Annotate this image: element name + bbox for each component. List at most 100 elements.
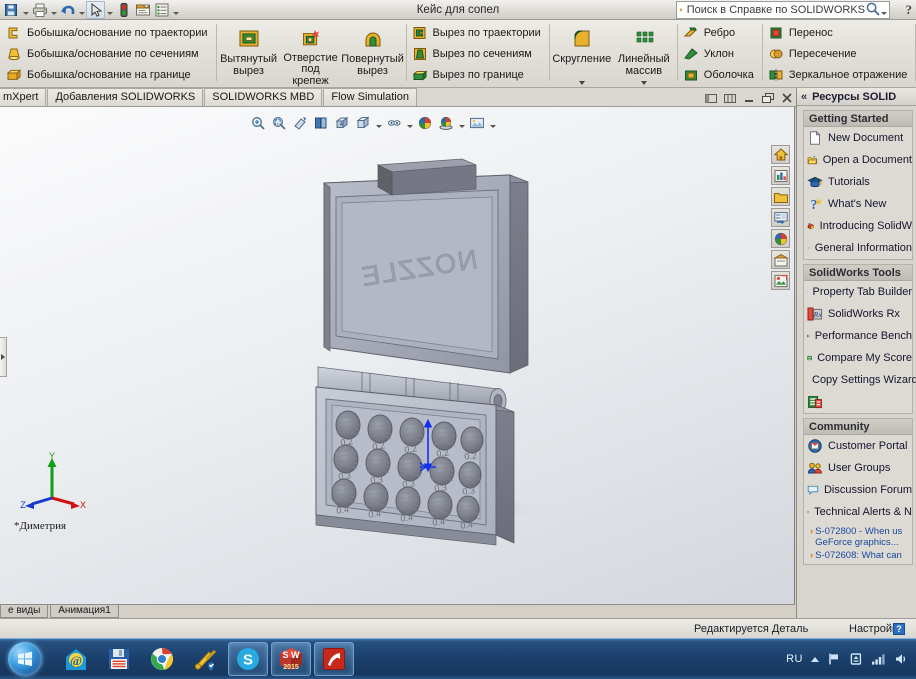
help-button[interactable]: ?: [906, 2, 913, 18]
start-orb[interactable]: [2, 640, 48, 678]
section-view-button[interactable]: [311, 113, 331, 133]
swept-cut-item[interactable]: Вырез по траектории: [411, 23, 544, 44]
action-center-icon[interactable]: [827, 652, 841, 666]
shell-item[interactable]: Оболочка: [682, 65, 757, 86]
help-search-dropdown-arrow[interactable]: [881, 1, 887, 19]
tab-animation1[interactable]: Анимация1: [50, 605, 119, 618]
item-copy-settings-wizard[interactable]: Copy Settings Wizard: [804, 369, 916, 391]
tab-flow-simulation[interactable]: Flow Simulation: [323, 88, 417, 106]
loft-boss-item[interactable]: Бобышка/основание по сечениям: [5, 44, 211, 65]
task-pane-header[interactable]: « Ресурсы SOLID: [797, 88, 916, 106]
fillet-button[interactable]: Скругление: [551, 21, 613, 87]
split-horizontal-button[interactable]: [701, 89, 720, 106]
intersect-item[interactable]: Пересечение: [767, 44, 911, 65]
taskbar-pdf-app[interactable]: [314, 642, 354, 676]
status-help-badge[interactable]: ?: [893, 622, 905, 635]
help-search-box[interactable]: ? Поиск в Справке по SOLIDWORKS: [676, 1, 890, 19]
item-general-information[interactable]: General Information: [804, 237, 912, 259]
select-dropdown-arrow[interactable]: [105, 1, 114, 19]
close-button[interactable]: [777, 89, 796, 106]
sweep-boss-item[interactable]: Бобышка/основание по траектории: [5, 23, 211, 44]
item-settings-admin[interactable]: [804, 391, 912, 413]
view-settings-dropdown-arrow[interactable]: [488, 113, 497, 133]
apply-scene-dropdown-arrow[interactable]: [457, 113, 466, 133]
taskbar-chrome[interactable]: [142, 642, 182, 676]
appearances-button[interactable]: [771, 229, 790, 248]
restore-button[interactable]: [758, 89, 777, 106]
taskbar-skype[interactable]: S: [228, 642, 268, 676]
undo-button[interactable]: [58, 1, 77, 19]
tab-dimxpert[interactable]: mXpert: [0, 88, 47, 106]
graphics-area[interactable]: A NOZZLE 0.2 0.2 0.2 0.2 0.2 0.3 0.3 0.3…: [0, 107, 795, 604]
item-whats-new[interactable]: ? What's New: [804, 193, 912, 215]
item-compare-my-score[interactable]: Compare My Score: [804, 347, 912, 369]
rib-item[interactable]: Ребро: [682, 23, 757, 44]
tab-solidworks-mbd[interactable]: SOLIDWORKS MBD: [204, 88, 323, 106]
taskbar-mailru[interactable]: @: [56, 642, 96, 676]
item-introducing-solidworks[interactable]: Introducing SolidW: [804, 215, 912, 237]
removable-media-icon[interactable]: [849, 652, 863, 666]
search-icon[interactable]: [865, 1, 881, 20]
folder-button[interactable]: [771, 187, 790, 206]
nozzle-case-3d-model[interactable]: NOZZLE 0.2 0.2 0.2 0.2 0.2 0.3 0.3 0.3 0…: [300, 137, 580, 557]
draft-item[interactable]: Уклон: [682, 44, 757, 65]
taskbar-solidworks[interactable]: S W 2015: [271, 642, 311, 676]
boundary-boss-item[interactable]: Бобышка/основание на границе: [5, 65, 211, 86]
scenes-button[interactable]: [771, 250, 790, 269]
volume-icon[interactable]: [894, 652, 908, 666]
file-properties-button[interactable]: [133, 1, 152, 19]
extruded-cut-button[interactable]: Вытянутый вырез: [218, 21, 280, 87]
linear-pattern-button[interactable]: Линейный массив: [613, 21, 675, 87]
lofted-cut-item[interactable]: Вырез по сечениям: [411, 44, 544, 65]
display-style-dropdown-arrow[interactable]: [374, 113, 383, 133]
item-new-document[interactable]: New Document: [804, 127, 912, 149]
item-discussion-forum[interactable]: Discussion Forum: [804, 479, 912, 501]
options-dropdown-arrow[interactable]: [171, 1, 180, 19]
hole-wizard-button[interactable]: Отверстие под крепеж: [280, 21, 342, 87]
tab-solidworks-addins[interactable]: Добавления SOLIDWORKS: [47, 88, 204, 106]
apply-scene-button[interactable]: [436, 113, 456, 133]
split-vertical-button[interactable]: [720, 89, 739, 106]
save-button[interactable]: [2, 1, 21, 19]
feature-tree-expand-handle[interactable]: [0, 337, 7, 377]
item-technical-alerts-news[interactable]: Technical Alerts & N: [804, 501, 912, 523]
select-button[interactable]: [86, 0, 105, 19]
news-text[interactable]: S-072800 - When us GeForce graphics...: [815, 526, 910, 548]
show-hidden-icons-button[interactable]: [811, 656, 819, 662]
news-item[interactable]: › S-072800 - When us GeForce graphics...: [810, 526, 910, 548]
previous-view-button[interactable]: [290, 113, 310, 133]
view-orientation-button[interactable]: A: [332, 113, 352, 133]
item-performance-benchmark[interactable]: Rx Performance Bench: [804, 325, 912, 347]
network-icon[interactable]: [871, 652, 886, 666]
fillet-dropdown-arrow[interactable]: [578, 81, 585, 87]
zoom-to-fit-button[interactable]: [248, 113, 268, 133]
print-button[interactable]: [30, 1, 49, 19]
boundary-cut-item[interactable]: Вырез по границе: [411, 65, 544, 86]
item-solidworks-rx[interactable]: Rx SolidWorks Rx: [804, 303, 912, 325]
move-face-item[interactable]: Перенос: [767, 23, 911, 44]
zoom-to-area-button[interactable]: [269, 113, 289, 133]
hide-show-items-button[interactable]: [384, 113, 404, 133]
item-property-tab-builder[interactable]: 8 Property Tab Builder: [804, 281, 912, 303]
decals-button[interactable]: [771, 271, 790, 290]
item-open-a-document[interactable]: Open a Document: [804, 149, 912, 171]
revolved-cut-button[interactable]: Повернутый вырез: [341, 21, 404, 87]
linear-pattern-dropdown-arrow[interactable]: [640, 81, 647, 87]
tab-views[interactable]: е виды: [0, 605, 49, 618]
news-text[interactable]: S-072608: What can: [815, 550, 902, 561]
sensors-button[interactable]: [771, 166, 790, 185]
edit-appearance-button[interactable]: [415, 113, 435, 133]
news-item[interactable]: › S-072608: What can: [810, 550, 910, 561]
options-button[interactable]: [152, 1, 171, 19]
save-dropdown-arrow[interactable]: [21, 1, 30, 19]
print-dropdown-arrow[interactable]: [49, 1, 58, 19]
hide-show-items-dropdown-arrow[interactable]: [405, 113, 414, 133]
item-customer-portal[interactable]: Customer Portal: [804, 435, 912, 457]
display-pane-button[interactable]: [771, 208, 790, 227]
item-tutorials[interactable]: Tutorials: [804, 171, 912, 193]
language-indicator[interactable]: RU: [786, 653, 803, 665]
view-settings-button[interactable]: [467, 113, 487, 133]
item-user-groups[interactable]: User Groups: [804, 457, 912, 479]
undo-dropdown-arrow[interactable]: [77, 1, 86, 19]
taskbar-save-app[interactable]: [99, 642, 139, 676]
